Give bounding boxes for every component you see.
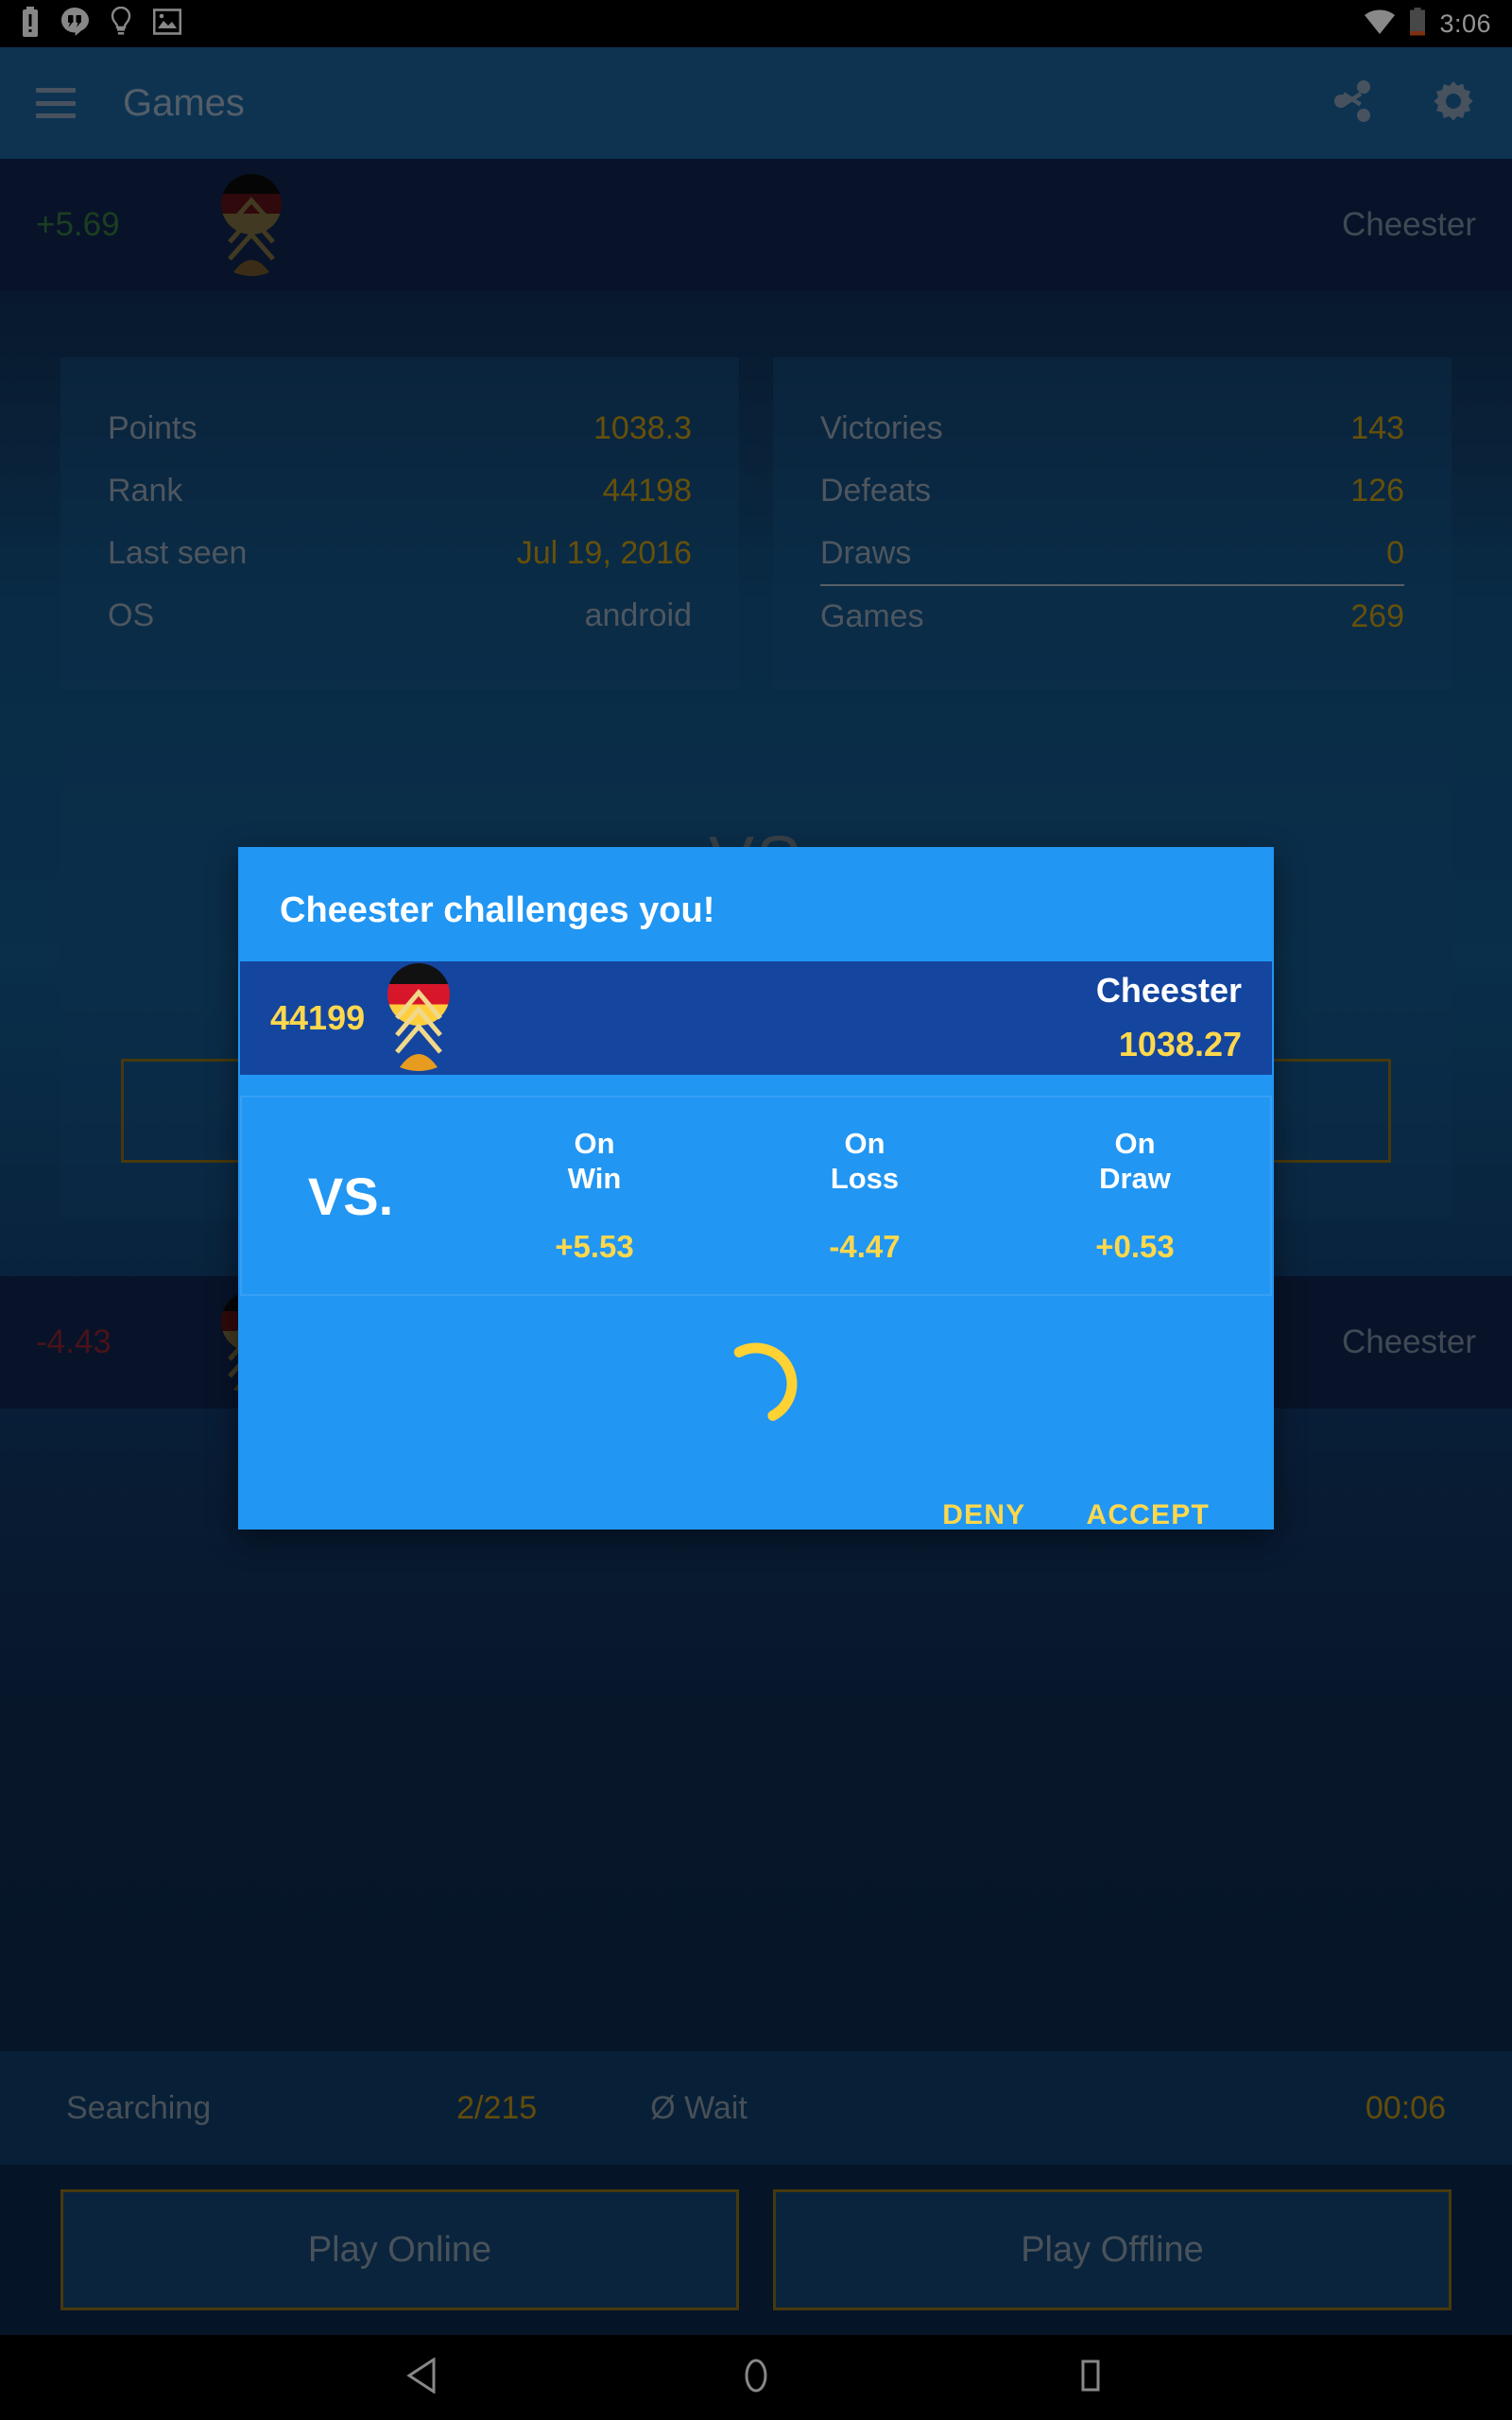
gear-icon[interactable]: [1431, 78, 1476, 129]
rank-chevron-icon: [228, 197, 275, 276]
dialog-opponent-name: Cheester: [1095, 971, 1242, 1011]
recents-square-icon[interactable]: [1074, 2358, 1107, 2398]
stat-label: OS: [108, 596, 155, 633]
odds-head-line1: On: [574, 1127, 615, 1161]
page-title: Games: [123, 81, 245, 124]
status-bar-clock: 3:06: [1439, 9, 1491, 38]
dialog-title: Cheester challenges you!: [280, 890, 715, 930]
opponent-delta: +5.69: [36, 206, 120, 243]
odds-column-loss: On Loss -4.47: [730, 1127, 1000, 1264]
stat-value: 1038.3: [593, 409, 692, 446]
battery-alert-icon: [21, 6, 40, 42]
dialog-opponent-info: Cheester 1038.27: [1096, 972, 1242, 1064]
stat-row: Points 1038.3: [108, 397, 692, 459]
odds-head: On Loss: [730, 1127, 1000, 1196]
android-nav-bar: [0, 2335, 1512, 2420]
opponent-name: Cheester: [1341, 1323, 1476, 1360]
accept-button[interactable]: ACCEPT: [1065, 1486, 1230, 1545]
opponent-name: Cheester: [1341, 206, 1476, 243]
stat-value: 143: [1350, 409, 1404, 446]
stat-label: Defeats: [820, 472, 932, 509]
lightbulb-icon: [110, 6, 132, 42]
stats-card-profile: Points 1038.3 Rank 44198 Last seen Jul 1…: [60, 357, 739, 690]
stat-value: 269: [1350, 597, 1404, 634]
app-bar-actions: [1332, 78, 1476, 129]
avg-wait-label: Ø Wait: [650, 2089, 747, 2126]
dialog-opponent-rank: 44199: [270, 998, 366, 1037]
play-online-button[interactable]: Play Online: [60, 2189, 739, 2310]
stat-row: OS android: [108, 584, 692, 647]
hangouts-icon: [60, 7, 89, 42]
odds-column-win: On Win +5.53: [459, 1127, 730, 1264]
odds-head-line2: Win: [567, 1162, 622, 1195]
wifi-icon: [1364, 9, 1396, 40]
dialog-odds-panel: VS. On Win +5.53 On Loss -4.47 On Draw +…: [240, 1096, 1272, 1296]
dialog-opponent-points: 1038.27: [1118, 1024, 1242, 1063]
stat-value: android: [584, 596, 692, 633]
loading-spinner-icon: [733, 1342, 798, 1422]
search-status-bar: Searching 2/215 Ø Wait 00:06: [0, 2051, 1512, 2165]
challenge-dialog: Cheester challenges you! 44199 Cheester …: [238, 847, 1274, 1530]
dialog-opponent-row[interactable]: 44199 Cheester 1038.27: [240, 961, 1272, 1075]
stat-label: Games: [820, 597, 924, 634]
stat-label: Points: [108, 409, 198, 446]
stat-value: 0: [1386, 534, 1404, 571]
stat-label: Draws: [820, 534, 912, 571]
stat-label: Last seen: [108, 534, 248, 571]
stat-value: 126: [1350, 472, 1404, 509]
stat-row: Last seen Jul 19, 2016: [108, 522, 692, 584]
status-bar-left-icons: [21, 6, 182, 42]
dialog-opponent-avatar: [378, 963, 459, 1073]
search-state-label: Searching: [66, 2089, 212, 2126]
stat-row: Victories 143: [820, 397, 1404, 459]
search-queue-value: 2/215: [456, 2089, 538, 2126]
share-icon[interactable]: [1332, 79, 1374, 128]
battery-low-icon: [1409, 7, 1426, 41]
odds-value: +5.53: [555, 1228, 634, 1264]
odds-head: On Win: [459, 1127, 730, 1196]
app-bar: Games: [0, 47, 1512, 159]
back-triangle-icon[interactable]: [405, 2356, 438, 2398]
play-offline-button[interactable]: Play Offline: [773, 2189, 1452, 2310]
stats-cards: Points 1038.3 Rank 44198 Last seen Jul 1…: [0, 291, 1512, 690]
stat-label: Rank: [108, 472, 183, 509]
stat-value: Jul 19, 2016: [516, 534, 692, 571]
odds-column-draw: On Draw +0.53: [1000, 1127, 1270, 1264]
stat-row: Defeats 126: [820, 459, 1404, 522]
hamburger-menu-icon[interactable]: [36, 88, 76, 118]
stat-row-total: Games 269: [820, 584, 1404, 647]
stat-value: 44198: [602, 472, 692, 509]
dialog-vs-label: VS.: [307, 1166, 394, 1226]
odds-value: +0.53: [1095, 1228, 1175, 1264]
stat-row: Draws 0: [820, 522, 1404, 584]
bottom-action-bar: Play Online Play Offline: [0, 2165, 1512, 2335]
rank-chevron-icon: [395, 989, 443, 1071]
odds-head: On Draw: [1000, 1127, 1270, 1196]
stat-label: Victories: [820, 409, 943, 446]
opponent-row-top[interactable]: +5.69 Cheester: [0, 159, 1512, 291]
android-status-bar: 3:06: [0, 0, 1512, 47]
opponent-avatar: [214, 174, 289, 276]
odds-value: -4.47: [829, 1228, 901, 1264]
status-bar-right-icons: 3:06: [1364, 7, 1491, 41]
home-circle-icon[interactable]: [740, 2358, 772, 2398]
odds-head-line2: Loss: [830, 1162, 900, 1195]
opponent-delta: -4.43: [36, 1323, 112, 1360]
odds-head-line1: On: [844, 1127, 885, 1161]
screenshot-icon: [152, 8, 182, 41]
deny-button[interactable]: DENY: [921, 1486, 1046, 1545]
dialog-loading-area: [238, 1296, 1274, 1472]
avg-wait-value: 00:06: [1365, 2089, 1446, 2126]
stats-card-record: Victories 143 Defeats 126 Draws 0 Games …: [773, 357, 1452, 690]
stat-row: Rank 44198: [108, 459, 692, 522]
odds-head-line2: Draw: [1099, 1162, 1171, 1195]
dialog-action-buttons: DENY ACCEPT: [238, 1472, 1274, 1559]
odds-head-line1: On: [1114, 1127, 1156, 1161]
